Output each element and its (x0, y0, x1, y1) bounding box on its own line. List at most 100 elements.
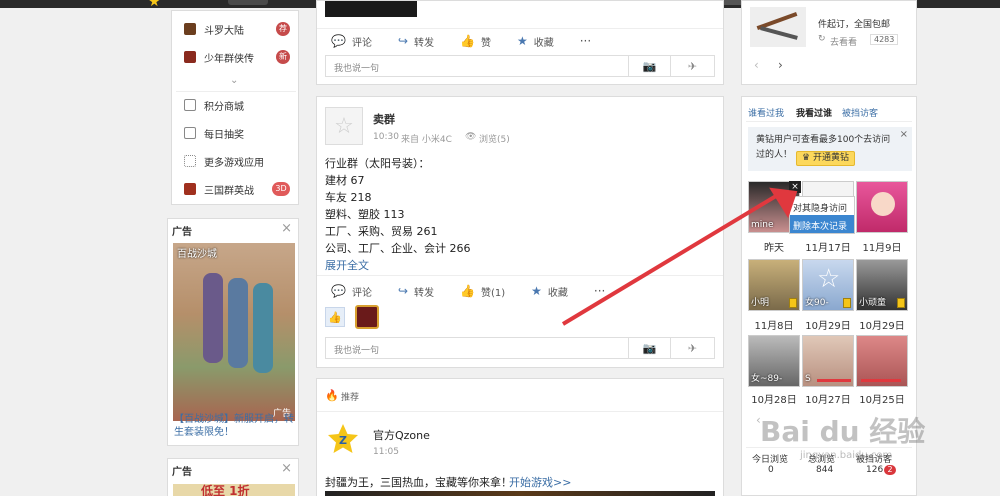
send-icon[interactable]: ✈ (670, 338, 714, 358)
redaction-mark (817, 379, 851, 382)
camera-icon[interactable]: 📷 (628, 338, 670, 358)
visit-date: 11月8日 (754, 321, 794, 332)
recommend-image[interactable] (325, 491, 715, 496)
forward-button[interactable]: ↪ 转发 (398, 34, 434, 49)
send-icon[interactable]: ✈ (670, 56, 714, 76)
menu-label: 斗罗大陆 (204, 25, 244, 37)
forward-button[interactable]: ↪ 转发 (398, 284, 434, 299)
post-views[interactable]: 浏览(5) (479, 132, 510, 145)
thumbs-up-icon[interactable]: 👍 (325, 307, 345, 327)
menu-item-sanguo[interactable]: 三国群英战 3D (184, 179, 300, 199)
visitor-avatar[interactable]: 女~89- (748, 335, 800, 387)
visitor-avatar[interactable] (856, 181, 908, 233)
goto-link[interactable]: 去看看 (830, 35, 857, 48)
feed-post-2: ☆ 卖群 10:30 来自 小米4C 👁 浏览(5) 行业群（太阳号装）： 建材… (316, 96, 724, 368)
more-button[interactable]: ··· (580, 34, 597, 48)
reply-box[interactable]: 我也说一句 📷 ✈ (325, 55, 715, 77)
recommend-author[interactable]: 官方Qzone (373, 427, 430, 443)
visitor-avatar[interactable]: 小明 (748, 259, 800, 311)
like-label: 赞(1) (480, 287, 506, 299)
left-menu: 斗罗大陆 荐 少年群侠传 新 ⌄ 积分商城 每日抽奖 更多游戏应用 三国群英战 … (171, 10, 299, 205)
visitor-avatar[interactable]: S (802, 335, 854, 387)
favorite-button[interactable]: ★ 收藏 (531, 284, 568, 299)
ad-image-caption: 百战沙城 (177, 249, 217, 260)
reply-box[interactable]: 我也说一句 📷 ✈ (325, 337, 715, 359)
menu-item-shaonian[interactable]: 少年群侠传 新 (184, 47, 300, 67)
shop-icon (184, 99, 196, 111)
recommend-card: 🔥 推荐 Z 官方Qzone 11:05 封疆为王，三国热血，宝藏等你来拿！ 开… (316, 378, 724, 496)
tab-blocked-visitors[interactable]: 被挡访客 (842, 106, 878, 119)
thumbs-up-icon: 👍 (460, 284, 475, 298)
open-vip-button[interactable]: ♛ 开通黄钻 (796, 151, 855, 166)
figure-shape (203, 273, 223, 363)
favorite-label: 收藏 (533, 37, 554, 49)
visitor-name: 女~89- (751, 374, 783, 384)
visitor-avatar[interactable]: ☆ 女90- (802, 259, 854, 311)
divider (176, 91, 296, 92)
grid-icon (184, 155, 196, 167)
menu-item-delete-record[interactable]: 删除本次记录 (790, 215, 854, 233)
figure-shape (228, 278, 248, 368)
more-icon: ··· (579, 34, 592, 48)
menu-label: 每日抽奖 (204, 129, 244, 141)
tab-who-i-visited[interactable]: 我看过谁 (796, 106, 832, 119)
expand-link[interactable]: 展开全文 (325, 257, 369, 273)
close-icon[interactable]: × (900, 129, 908, 140)
tool-shape (760, 26, 798, 40)
qzone-logo-icon[interactable]: Z (327, 423, 359, 455)
liker-avatar[interactable] (355, 305, 379, 329)
visitor-name: 女90- (805, 298, 829, 308)
post-actions: 💬 评论 ↪ 转发 👍 赞 ★ 收藏 ··· (331, 32, 623, 50)
like-button[interactable]: 👍 赞 (460, 34, 491, 49)
recommend-time: 11:05 (373, 447, 399, 457)
visitor-name: mine (751, 220, 774, 230)
comment-label: 评论 (351, 287, 372, 299)
camera-icon[interactable]: 📷 (628, 56, 670, 76)
hot-badge: 荐 (276, 22, 290, 36)
game-icon (184, 51, 196, 63)
menu-item-lottery[interactable]: 每日抽奖 (184, 123, 300, 143)
ad-image[interactable]: 百战沙城 广告 (173, 243, 295, 421)
visitor-name: S (805, 374, 811, 384)
menu-item-more-apps[interactable]: 更多游戏应用 (184, 151, 300, 171)
post-line: 行业群（太阳号装）： (325, 157, 430, 170)
star-icon: ★ (516, 34, 528, 48)
post-author[interactable]: 卖群 (373, 111, 395, 127)
close-icon[interactable]: × (281, 461, 292, 476)
post-line: 工厂、采购、贸易 261 (325, 225, 438, 238)
product-card: 件起订，全国包邮 ↻ 去看看 4283 ‹ › (741, 0, 917, 85)
favorite-button[interactable]: ★ 收藏 (517, 34, 554, 49)
menu-label: 更多游戏应用 (204, 157, 264, 169)
star-logo-icon: ★ (148, 0, 161, 10)
forward-icon: ↪ (397, 34, 409, 48)
prev-arrow-icon[interactable]: ‹ (754, 58, 759, 72)
comment-button[interactable]: 💬 评论 (331, 34, 372, 49)
post-actions: 💬 评论 ↪ 转发 👍 赞(1) ★ 收藏 ··· (331, 282, 637, 300)
eye-icon: 👁 (465, 132, 477, 142)
visit-date: 11月17日 (805, 243, 851, 254)
menu-item-shop[interactable]: 积分商城 (184, 95, 300, 115)
close-icon[interactable]: × (281, 221, 292, 236)
nav-pill[interactable] (228, 0, 268, 5)
like-button[interactable]: 👍 赞(1) (460, 284, 505, 299)
divider (317, 411, 723, 412)
figure-shape (253, 283, 273, 373)
ad-text[interactable]: 【百战沙城】新服开启，转生套装限免！ (174, 413, 296, 439)
crown-icon: ♛ (802, 153, 811, 163)
menu-item-douluo[interactable]: 斗罗大陆 荐 (184, 19, 300, 39)
comment-button[interactable]: 💬 评论 (331, 284, 372, 299)
chevron-down-icon[interactable]: ⌄ (230, 75, 238, 86)
blocked-count-badge: 2 (884, 465, 896, 475)
avatar-placeholder-icon[interactable]: ☆ (325, 107, 363, 145)
start-game-link[interactable]: 开始游戏>> (509, 474, 571, 490)
tab-who-visited-me[interactable]: 谁看过我 (748, 106, 784, 119)
next-arrow-icon[interactable]: › (778, 58, 783, 72)
post-line: 塑料、塑胶 113 (325, 208, 405, 221)
visitor-avatar[interactable] (856, 335, 908, 387)
product-image[interactable] (750, 7, 806, 47)
favorite-label: 收藏 (547, 287, 568, 299)
visitor-avatar[interactable]: 小顽童 (856, 259, 908, 311)
ad-banner[interactable]: 低至 1折 (173, 484, 295, 496)
post-image[interactable] (325, 1, 417, 17)
forward-label: 转发 (414, 287, 435, 299)
